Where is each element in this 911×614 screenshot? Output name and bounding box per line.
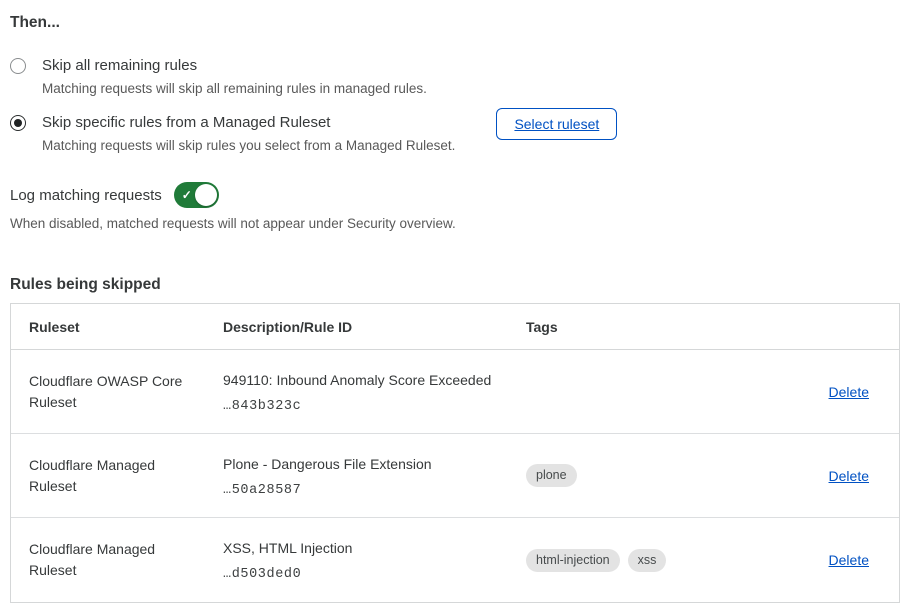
tag-badge: xss	[628, 549, 667, 572]
rule-id: …843b323c	[223, 399, 506, 414]
log-matching-requests-row: Log matching requests ✓	[10, 182, 901, 208]
table-header-row: Ruleset Description/Rule ID Tags	[11, 304, 899, 350]
delete-link[interactable]: Delete	[829, 552, 869, 568]
rules-table: Ruleset Description/Rule ID Tags Cloudfl…	[10, 303, 900, 603]
rule-id: …d503ded0	[223, 567, 506, 582]
check-icon: ✓	[182, 189, 192, 201]
tags-cell: html-injection xss	[526, 549, 801, 572]
select-ruleset-button[interactable]: Select ruleset	[496, 108, 617, 140]
log-matching-requests-label: Log matching requests	[10, 186, 162, 205]
column-header-description-rule-id: Description/Rule ID	[223, 319, 526, 335]
option-text-skip-all: Skip all remaining rules Matching reques…	[42, 56, 427, 97]
log-toggle-description: When disabled, matched requests will not…	[10, 216, 901, 232]
action-cell: Delete	[801, 468, 899, 484]
action-cell: Delete	[801, 384, 899, 400]
option-text-skip-specific: Skip specific rules from a Managed Rules…	[42, 113, 455, 154]
delete-link[interactable]: Delete	[829, 384, 869, 400]
radio-skip-all-rules[interactable]	[10, 58, 26, 74]
table-row: Cloudflare Managed Ruleset Plone - Dange…	[11, 434, 899, 518]
rule-description: XSS, HTML Injection	[223, 538, 506, 558]
rules-being-skipped-heading: Rules being skipped	[10, 275, 901, 294]
radio-option-skip-all: Skip all remaining rules Matching reques…	[10, 56, 901, 97]
ruleset-cell: Cloudflare Managed Ruleset	[11, 455, 223, 497]
tag-badge: html-injection	[526, 549, 620, 572]
action-cell: Delete	[801, 552, 899, 568]
tag-badge: plone	[526, 464, 577, 487]
description-cell: Plone - Dangerous File Extension …50a285…	[223, 454, 526, 498]
column-header-ruleset: Ruleset	[11, 319, 223, 335]
rule-id: …50a28587	[223, 483, 506, 498]
skip-rule-configuration-page: Then... Skip all remaining rules Matchin…	[0, 0, 911, 603]
ruleset-cell: Cloudflare OWASP Core Ruleset	[11, 371, 223, 413]
option-description-skip-all: Matching requests will skip all remainin…	[42, 81, 427, 97]
log-matching-requests-toggle[interactable]: ✓	[174, 182, 219, 208]
table-row: Cloudflare OWASP Core Ruleset 949110: In…	[11, 350, 899, 434]
ruleset-cell: Cloudflare Managed Ruleset	[11, 539, 223, 581]
radio-option-skip-specific: Skip specific rules from a Managed Rules…	[10, 113, 901, 154]
option-description-skip-specific: Matching requests will skip rules you se…	[42, 138, 455, 154]
then-heading: Then...	[10, 13, 901, 32]
column-header-tags: Tags	[526, 319, 801, 335]
option-label-skip-specific[interactable]: Skip specific rules from a Managed Rules…	[42, 113, 455, 132]
rule-description: 949110: Inbound Anomaly Score Exceeded	[223, 370, 506, 390]
tags-cell: plone	[526, 464, 801, 487]
rule-description: Plone - Dangerous File Extension	[223, 454, 506, 474]
description-cell: 949110: Inbound Anomaly Score Exceeded ……	[223, 370, 526, 414]
table-row: Cloudflare Managed Ruleset XSS, HTML Inj…	[11, 518, 899, 602]
description-cell: XSS, HTML Injection …d503ded0	[223, 538, 526, 582]
radio-skip-specific-rules[interactable]	[10, 115, 26, 131]
option-label-skip-all[interactable]: Skip all remaining rules	[42, 56, 427, 75]
delete-link[interactable]: Delete	[829, 468, 869, 484]
toggle-knob	[195, 184, 217, 206]
